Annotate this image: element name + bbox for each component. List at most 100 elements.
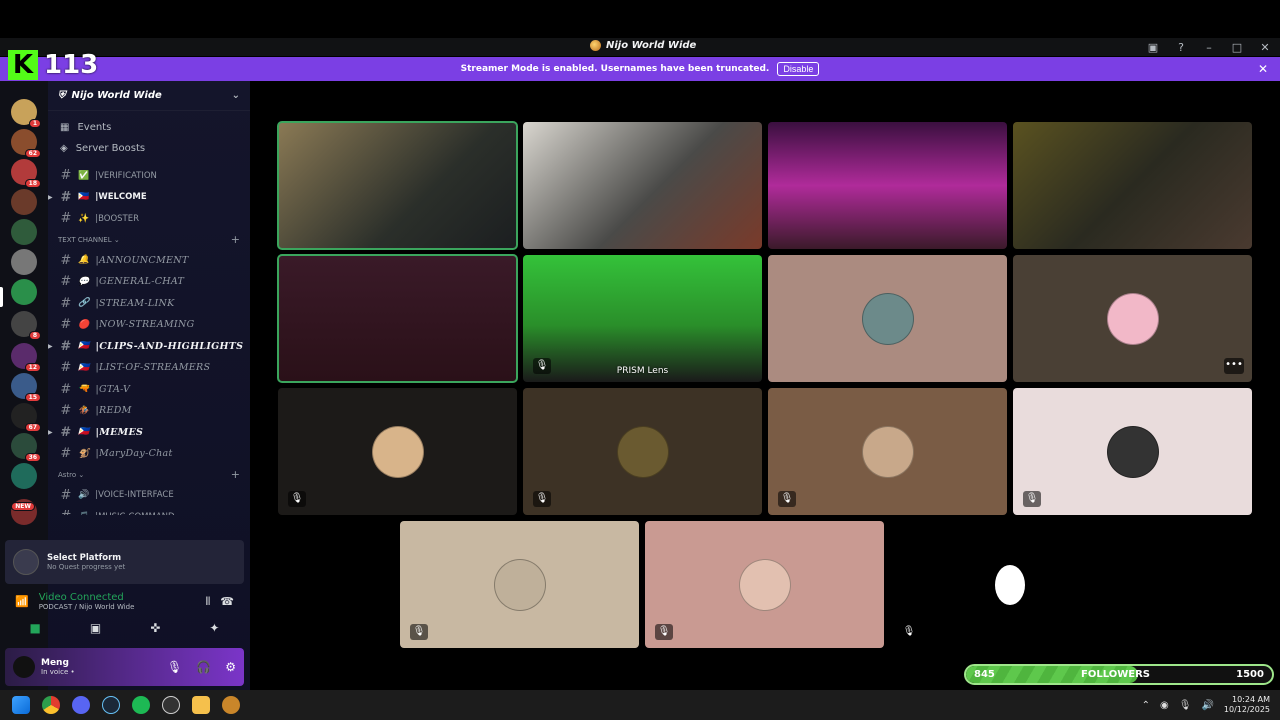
channel-emoji: 🏇	[78, 405, 90, 416]
server-icon[interactable]	[11, 189, 37, 215]
chrome-icon[interactable]	[42, 696, 60, 714]
category-text-channel[interactable]: TEXT CHANNEL ⌄ +	[48, 230, 250, 250]
category-astro[interactable]: Astro ⌄ +	[48, 465, 250, 485]
add-channel-icon[interactable]: +	[231, 468, 240, 481]
video-tile[interactable]	[277, 254, 518, 383]
app-icon[interactable]	[222, 696, 240, 714]
video-tile[interactable]	[523, 122, 762, 249]
quest-panel[interactable]: Select Platform No Quest progress yet	[5, 540, 244, 584]
server-icon[interactable]	[11, 249, 37, 275]
server-icon[interactable]: 12	[11, 343, 41, 372]
mic-icon[interactable]: 🎙	[167, 660, 182, 674]
channel-item[interactable]: ▶ # 🇵🇭 |MEMES	[48, 422, 250, 444]
channel-item[interactable]: # ✅ |VERIFICATION	[48, 165, 250, 187]
channel-item[interactable]: # 🔫 |GTA-V	[48, 379, 250, 401]
avatar	[1106, 425, 1159, 478]
video-tile[interactable]: 🎙	[400, 521, 639, 648]
channel-item[interactable]: # ✨ |BOOSTER	[48, 208, 250, 230]
disconnect-icon[interactable]: ☎	[220, 595, 234, 608]
hash-icon: #	[60, 487, 72, 503]
channel-item[interactable]: # 💬 |GENERAL-CHAT	[48, 271, 250, 293]
channel-item[interactable]: # 🎵 |MUSIC-COMMAND	[48, 506, 250, 514]
video-tile[interactable]: •••	[1013, 255, 1252, 382]
server-header[interactable]: ⛨ Nijo World Wide ⌄	[48, 81, 250, 111]
channel-emoji: ✨	[78, 213, 90, 224]
streamer-mode-banner: Streamer Mode is enabled. Usernames have…	[0, 57, 1280, 81]
minimize-button[interactable]: –	[1202, 41, 1216, 54]
channel-emoji: 🔔	[78, 255, 90, 266]
channel-item[interactable]: # 🔔 |ANNOUNCMENT	[48, 250, 250, 272]
channel-emoji: ✅	[78, 170, 90, 181]
activity-icon[interactable]: ✜	[150, 621, 160, 635]
obs-icon[interactable]	[162, 696, 180, 714]
video-tile[interactable]: 🎙	[768, 388, 1007, 515]
maximize-button[interactable]: □	[1230, 41, 1244, 54]
channel-item[interactable]: ▶ # 🇵🇭 |CLIPS-AND-HIGHLIGHTS	[48, 336, 250, 358]
soundboard-icon[interactable]: ✦	[209, 621, 219, 635]
channel-item[interactable]: # 🔗 |STREAM-LINK	[48, 293, 250, 315]
followers-goal: 1500	[1236, 669, 1264, 680]
hash-icon: #	[60, 295, 72, 311]
server-icon[interactable]	[11, 463, 37, 489]
server-icon[interactable]: 1	[11, 99, 41, 128]
screen-share-icon[interactable]: ▣	[90, 621, 101, 635]
server-icon[interactable]: 62	[11, 129, 41, 158]
add-channel-icon[interactable]: +	[231, 233, 240, 246]
volume-icon[interactable]: 🔊	[1201, 700, 1213, 711]
video-tile[interactable]	[768, 255, 1007, 382]
channel-item[interactable]: # 🔴 |NOW-STREAMING	[48, 314, 250, 336]
noise-suppression-icon[interactable]: ⦀	[205, 595, 210, 609]
video-tile[interactable]	[1013, 122, 1252, 249]
channel-item[interactable]: # 🏇 |REDM	[48, 400, 250, 422]
camera-icon[interactable]: ■	[30, 621, 41, 635]
headphones-icon[interactable]: 🎧	[196, 660, 211, 674]
voice-panel: 📶 Video Connected PODCAST / Nijo World W…	[5, 586, 244, 646]
folder-icon[interactable]	[192, 696, 210, 714]
video-tile[interactable]	[768, 122, 1007, 249]
channel-name: |GENERAL-CHAT	[95, 276, 185, 288]
close-button[interactable]: ✕	[1258, 41, 1272, 54]
discord-icon[interactable]	[72, 696, 90, 714]
windows-start-icon[interactable]	[12, 696, 30, 714]
channel-item[interactable]: # 🇵🇭 |LIST-OF-STREAMERS	[48, 357, 250, 379]
steam-icon[interactable]	[102, 696, 120, 714]
server-icon[interactable]: 15	[11, 373, 41, 402]
video-tile[interactable]: 🎙	[278, 388, 517, 515]
server-icon[interactable]: 36	[11, 433, 41, 462]
channel-item[interactable]: # 🐒 |MaryDay-Chat	[48, 443, 250, 465]
viewer-count: 113	[44, 50, 99, 80]
mic-tray-icon[interactable]: 🎙	[1179, 700, 1192, 711]
server-icon[interactable]: 67	[11, 403, 41, 432]
video-tile[interactable]: 🎙 PRISM Lens	[523, 255, 762, 382]
server-icon[interactable]: NEW	[11, 499, 37, 525]
channel-item[interactable]: ▶ # 🇵🇭 |WELCOME	[48, 187, 250, 209]
inbox-icon[interactable]: ▣	[1146, 41, 1160, 54]
disable-button[interactable]: Disable	[777, 62, 820, 76]
video-tile[interactable]: 🎙	[1013, 388, 1252, 515]
user-status: In voice •	[41, 668, 75, 676]
server-icon[interactable]	[11, 219, 37, 245]
wifi-icon[interactable]: ◉	[1160, 700, 1169, 711]
voice-channel[interactable]: PODCAST / Nijo World Wide	[39, 603, 135, 611]
video-tile[interactable]: 🎙	[890, 521, 1129, 648]
channel-item[interactable]: # 🔊 |VOICE-INTERFACE	[48, 485, 250, 507]
server-icon[interactable]: 8	[11, 311, 41, 340]
video-tile[interactable]: 🎙	[523, 388, 762, 515]
avatar[interactable]	[13, 656, 35, 678]
help-icon[interactable]: ?	[1174, 41, 1188, 54]
quest-title: Select Platform	[47, 553, 122, 563]
video-tile[interactable]: 🎙	[645, 521, 884, 648]
server-icon[interactable]: 18	[11, 159, 41, 188]
window-title: Nijo World Wide	[590, 40, 696, 51]
chevron-up-icon[interactable]: ⌃	[1142, 700, 1150, 711]
clock[interactable]: 10:24 AM 10/12/2025	[1224, 695, 1270, 715]
more-options-icon[interactable]: •••	[1224, 358, 1244, 374]
server-boosts-item[interactable]: ◈ Server Boosts	[48, 138, 250, 159]
video-tile[interactable]	[277, 121, 518, 250]
events-item[interactable]: ▦ Events	[48, 117, 250, 138]
server-icon	[590, 40, 601, 51]
server-icon[interactable]	[11, 279, 37, 305]
settings-icon[interactable]: ⚙	[225, 660, 236, 674]
close-icon[interactable]: ✕	[1258, 62, 1268, 76]
spotify-icon[interactable]	[132, 696, 150, 714]
